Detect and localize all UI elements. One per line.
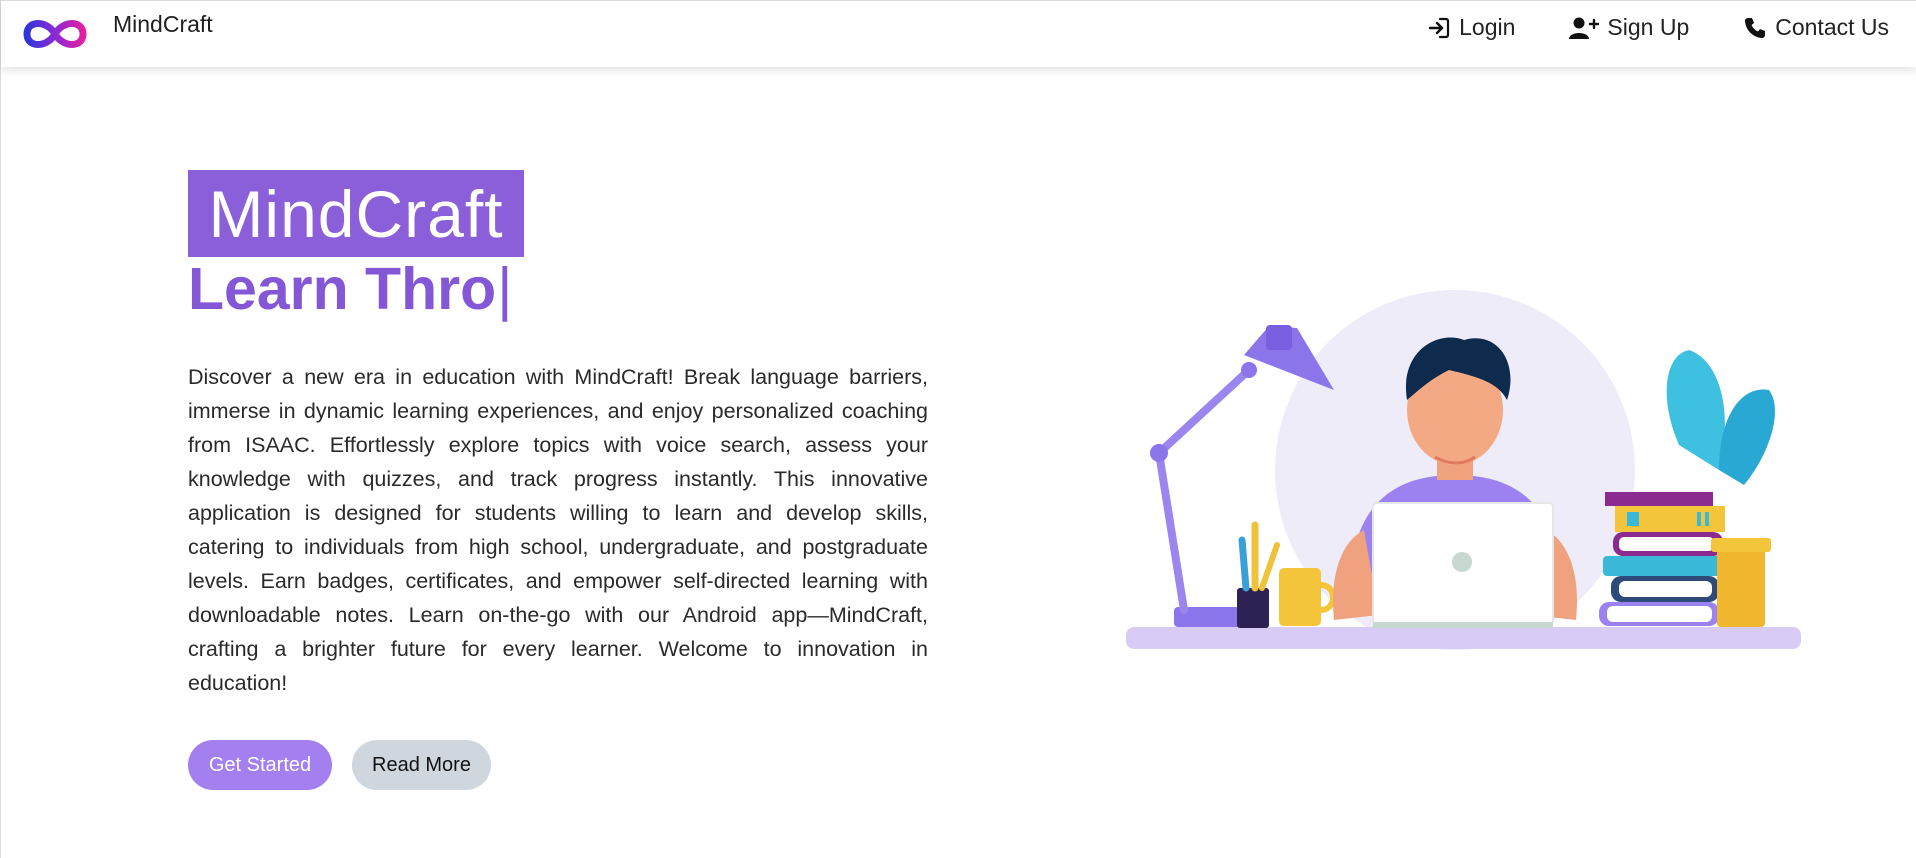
login-link[interactable]: Login [1427, 14, 1515, 41]
signup-link[interactable]: Sign Up [1569, 14, 1689, 41]
phone-icon [1745, 17, 1766, 38]
brand-name: MindCraft [113, 10, 213, 37]
get-started-button[interactable]: Get Started [188, 740, 332, 790]
page: MindCraft Login Sign Up Contact Us MindC… [0, 0, 1916, 858]
hero-description: Discover a new era in education with Min… [188, 365, 928, 695]
user-plus-icon [1569, 17, 1600, 39]
contact-label: Contact Us [1775, 14, 1889, 40]
hero-badge: MindCraft [188, 170, 524, 257]
nav-links: Login Sign Up Contact Us [1373, 14, 1889, 41]
contact-link[interactable]: Contact Us [1743, 14, 1889, 41]
hero-badge-text: MindCraft [208, 176, 504, 251]
navbar: MindCraft Login Sign Up Contact Us [1, 0, 1916, 67]
read-more-button[interactable]: Read More [352, 740, 491, 790]
signup-label: Sign Up [1607, 14, 1690, 40]
hero-typed-heading: Learn Thro| [188, 255, 512, 323]
typed-text: Learn Thro [188, 256, 497, 322]
pencil-cup-icon [1237, 521, 1280, 628]
book-stack-icon [1599, 492, 1725, 626]
laptop-icon [1372, 502, 1554, 628]
login-label: Login [1459, 14, 1516, 40]
desk [1126, 627, 1801, 649]
typing-cursor: | [497, 256, 513, 322]
login-icon [1428, 17, 1450, 38]
brand-link[interactable]: MindCraft [21, 9, 213, 59]
student-laptop-illustration [1126, 290, 1801, 650]
infinity-logo-icon [23, 20, 87, 48]
